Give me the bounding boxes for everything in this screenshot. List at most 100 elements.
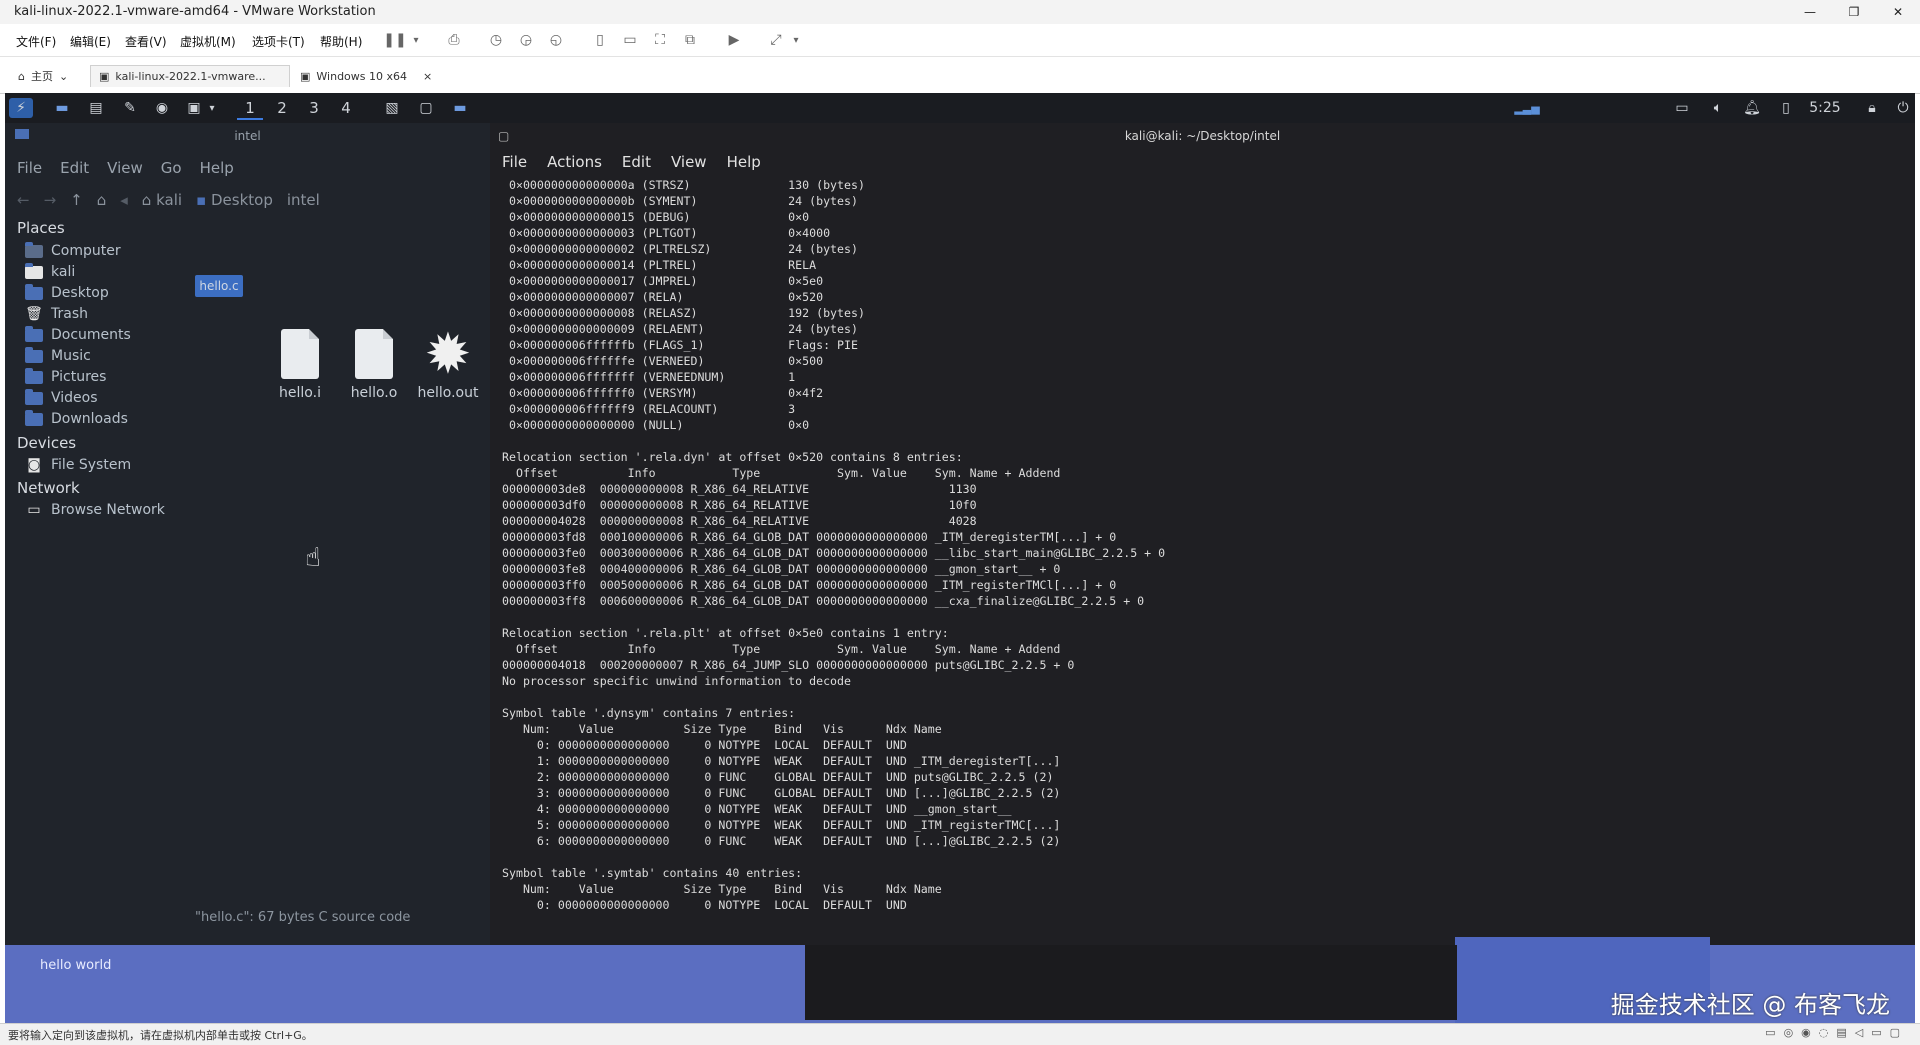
chevron-down-icon[interactable]: ▾ (406, 30, 426, 50)
workspace-3[interactable]: 3 (301, 98, 327, 118)
sidebar-item-music[interactable]: Music (25, 346, 91, 364)
sidebar-item-pictures[interactable]: Pictures (25, 367, 107, 385)
browser-icon[interactable]: ◉ (151, 98, 173, 118)
up-arrow-icon[interactable]: ↑ (70, 191, 83, 209)
chevron-down-icon[interactable]: ▾ (786, 30, 806, 50)
sidebar-item-videos[interactable]: Videos (25, 388, 98, 406)
maximize-icon[interactable]: ❐ (1832, 0, 1876, 24)
sidebar-toggle-icon[interactable]: ▯ (590, 30, 610, 50)
folder-window-icon[interactable]: ▬ (449, 98, 471, 118)
volume-icon[interactable]: 🔈︎ (1707, 98, 1729, 118)
path-segment-desktop[interactable]: ▪ Desktop (196, 191, 273, 209)
chevron-down-icon[interactable]: ⌄ (59, 70, 68, 83)
sidebar-item-desktop[interactable]: Desktop (25, 283, 109, 301)
fm-menu-file[interactable]: File (17, 159, 42, 177)
fm-menu-go[interactable]: Go (161, 159, 182, 177)
close-icon[interactable]: ✕ (1876, 0, 1920, 24)
file-hello-o[interactable]: hello.o (339, 329, 409, 401)
tab-kali[interactable]: ▣ kali-linux-2022.1-vmware... (90, 65, 290, 87)
terminal-icon[interactable]: ▣ (183, 98, 205, 118)
minimize-icon[interactable]: — (1788, 0, 1832, 24)
sidebar-item-trash[interactable]: 🗑︎ Trash (25, 306, 88, 322)
file-hello-c[interactable]: hello.c (195, 275, 243, 297)
chevron-down-icon[interactable]: ▾ (205, 98, 219, 118)
sidebar-item-label: kali (51, 264, 76, 280)
stretch-icon[interactable]: ⤢ (766, 30, 786, 50)
workspace-4[interactable]: 4 (333, 98, 359, 118)
sidebar-item-documents[interactable]: Documents (25, 325, 131, 343)
file-hello-i[interactable]: hello.i (265, 329, 335, 401)
menu-vm[interactable]: 虚拟机(M) (180, 33, 236, 50)
device-status-icons[interactable]: ▭◎◉◌▤◁▭▢ (1765, 1026, 1908, 1039)
sidebar-item-label: Documents (51, 327, 131, 343)
fm-menu-view[interactable]: View (107, 159, 143, 177)
term-menu-actions[interactable]: Actions (547, 153, 602, 171)
clock[interactable]: 5:25 (1805, 98, 1845, 118)
file-hello-out[interactable]: ✹ hello.out (413, 322, 483, 402)
guest-screen[interactable]: ⚡ ▬ ▤ ✎ ◉ ▣ ▾ 1 2 3 4 ▧ ▢ ▬ ▂▃▅ ▭ 🔈︎ 🔔︎ … (5, 93, 1915, 1023)
chevron-left-icon[interactable]: ◂ (120, 191, 128, 209)
terminal-output[interactable]: 0×000000000000000a (STRSZ) 130 (bytes) 0… (502, 177, 1165, 913)
sidebar-item-computer[interactable]: Computer (25, 241, 121, 259)
menu-view[interactable]: 查看(V) (125, 33, 167, 50)
path-segment-intel[interactable]: intel (287, 191, 320, 209)
computer-icon (25, 241, 43, 258)
snapshot-icon[interactable]: ◷ (486, 30, 506, 50)
send-keys-icon[interactable]: ⎙ (444, 30, 464, 50)
sidebar-item-label: Pictures (51, 369, 107, 385)
sidebar-item-filesystem[interactable]: ◙ File System (25, 457, 131, 473)
term-menu-file[interactable]: File (502, 153, 527, 171)
unity-icon[interactable]: ⧉ (680, 30, 700, 50)
forward-arrow-icon[interactable]: → (44, 191, 57, 209)
terminal-window-icon[interactable]: ▢ (415, 98, 437, 118)
fm-menu-edit[interactable]: Edit (60, 159, 89, 177)
close-icon[interactable]: × (423, 70, 432, 83)
term-menu-help[interactable]: Help (727, 153, 761, 171)
menu-tabs[interactable]: 选项卡(T) (252, 33, 305, 50)
battery-icon[interactable]: ▯ (1775, 98, 1797, 118)
vm-icon: ▣ (99, 70, 110, 83)
term-menu-view[interactable]: View (671, 153, 707, 171)
terminal-window[interactable]: ▢ kali@kali: ~/Desktop/intel File Action… (490, 123, 1915, 945)
text-editor-window-icon[interactable]: ▧ (381, 98, 403, 118)
sidebar-item-label: File System (51, 457, 132, 473)
terminal-title: kali@kali: ~/Desktop/intel (1124, 129, 1281, 143)
term-menu-edit[interactable]: Edit (622, 153, 651, 171)
show-desktop-icon[interactable]: ▬ (51, 98, 73, 118)
fm-menu-help[interactable]: Help (200, 159, 234, 177)
executable-gear-icon: ✹ (424, 322, 472, 387)
menu-help[interactable]: 帮助(H) (320, 33, 362, 50)
console-icon[interactable]: ▶ (724, 30, 744, 50)
logout-icon[interactable]: ⏻ (1893, 98, 1913, 118)
path-segment-kali[interactable]: ⌂ kali (142, 191, 182, 209)
snapshot-manager-icon[interactable]: ◵ (546, 30, 566, 50)
drive-icon: ◙ (27, 457, 41, 473)
home-icon: ⌂ (18, 69, 25, 83)
tab-home[interactable]: ⌂ 主页 ⌄ (10, 65, 76, 87)
menu-edit[interactable]: 编辑(E) (70, 33, 111, 50)
lock-icon[interactable]: 🔒︎ (1861, 98, 1883, 118)
sidebar-item-label: Computer (51, 243, 121, 259)
fullscreen-icon[interactable]: ⛶ (650, 30, 670, 50)
sidebar-item-downloads[interactable]: Downloads (25, 409, 128, 427)
sidebar-item-kali[interactable]: kali (25, 262, 76, 280)
home-icon[interactable]: ⌂ (97, 191, 107, 209)
terminal-menubar: File Actions Edit View Help (502, 153, 761, 171)
workspace-1[interactable]: 1 (237, 98, 263, 120)
revert-snapshot-icon[interactable]: ◶ (516, 30, 536, 50)
text-editor-icon[interactable]: ✎ (119, 98, 141, 118)
tab-windows[interactable]: ▣ Windows 10 x64 × (292, 65, 462, 87)
sidebar-item-browse-network[interactable]: ▭ Browse Network (25, 502, 165, 518)
menu-file[interactable]: 文件(F) (16, 33, 56, 50)
fm-title: intel (234, 129, 261, 143)
workspace-2[interactable]: 2 (269, 98, 295, 118)
pause-icon[interactable]: ❚❚ (383, 30, 406, 50)
kali-menu-icon[interactable]: ⚡ (9, 98, 33, 118)
back-arrow-icon[interactable]: ← (17, 191, 30, 209)
notification-bell-icon[interactable]: 🔔︎ (1741, 98, 1763, 118)
thumbnail-icon[interactable]: ▭ (620, 30, 640, 50)
display-icon[interactable]: ▭ (1671, 98, 1693, 118)
music-folder-icon (25, 346, 43, 363)
tab-label: kali-linux-2022.1-vmware... (115, 70, 266, 83)
file-manager-icon[interactable]: ▤ (85, 98, 107, 118)
